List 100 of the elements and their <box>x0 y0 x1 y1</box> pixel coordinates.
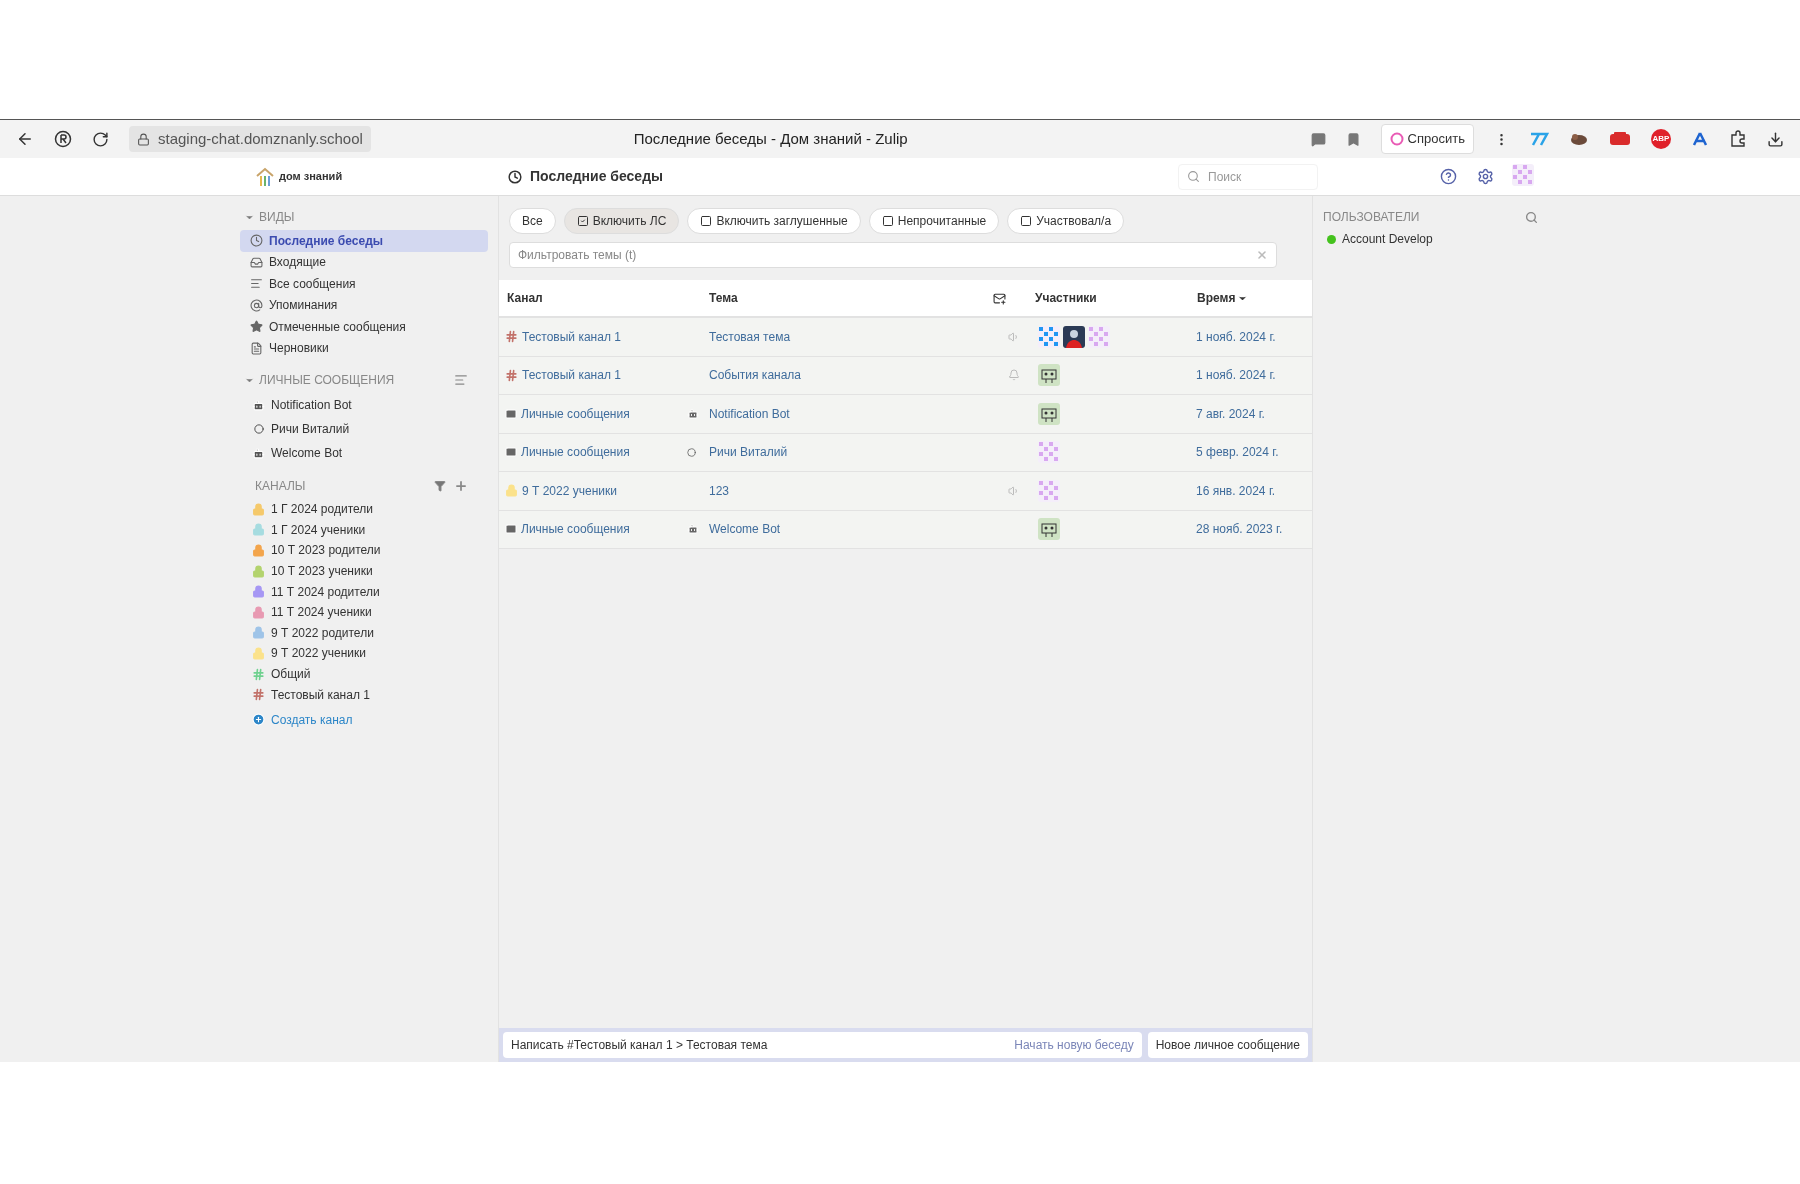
channel-name: 10 Т 2023 ученики <box>271 563 373 581</box>
logo-text[interactable]: дом знаний <box>279 168 343 185</box>
extension-icon[interactable] <box>1569 131 1589 147</box>
channel-item[interactable]: 11 Т 2024 родители <box>240 581 488 602</box>
help-icon[interactable] <box>1440 168 1457 185</box>
placeholder-text: Фильтровать темы (t) <box>518 247 638 264</box>
at-sign-icon <box>250 298 263 312</box>
extensions-icon[interactable] <box>1729 130 1747 148</box>
checkbox-icon <box>881 215 894 227</box>
column-header[interactable]: Время <box>1197 289 1249 307</box>
column-header[interactable]: Канал <box>507 291 543 305</box>
search-placeholder: Поиск <box>1208 168 1242 186</box>
channel-link[interactable]: Тестовый канал 1 <box>522 327 621 346</box>
filter-icon[interactable] <box>434 480 446 492</box>
sidebar-item[interactable]: Черновики <box>240 337 488 359</box>
sidebar-item[interactable]: Отмеченные сообщения <box>240 316 488 338</box>
channel-item[interactable]: Тестовый канал 1 <box>240 684 488 705</box>
settings-icon[interactable] <box>1477 168 1494 185</box>
adblock-badge[interactable]: ABP <box>1651 129 1671 149</box>
download-icon[interactable] <box>1767 130 1784 148</box>
browser-logo-icon[interactable] <box>54 130 72 148</box>
create-channel-link[interactable]: Создать канал <box>252 708 353 731</box>
column-header[interactable]: Участники <box>1035 291 1097 305</box>
mail-icon[interactable] <box>993 291 1006 305</box>
lines-icon <box>250 277 263 291</box>
clock-icon <box>250 234 263 248</box>
sidebar-item-label: Все сообщения <box>269 275 356 293</box>
reload-icon[interactable] <box>92 130 109 148</box>
chat-icon[interactable] <box>1310 131 1326 147</box>
dm-item[interactable]: Ричи Виталий <box>240 417 488 441</box>
status-circle-icon <box>253 424 264 434</box>
dm-item[interactable]: Notification Bot <box>240 393 488 417</box>
inbox-icon <box>250 255 263 269</box>
reply-text: Написать #Тестовый канал 1 > Тестовая тема <box>511 1037 769 1054</box>
status-circle-icon <box>687 447 696 457</box>
bookmark-icon[interactable] <box>1345 131 1361 147</box>
page-title: Последние беседы - Дом знаний - Zulip <box>633 128 908 149</box>
bot-avatar-icon <box>1038 402 1060 425</box>
extension-icon[interactable] <box>1691 131 1709 147</box>
sidebar-item[interactable]: Упоминания <box>240 294 488 316</box>
channel-link[interactable]: 9 Т 2022 ученики <box>522 481 617 500</box>
channel-item[interactable]: 9 Т 2022 ученики <box>240 643 488 664</box>
column-header[interactable]: Тема <box>709 291 738 305</box>
channel-item[interactable]: 9 Т 2022 родители <box>240 622 488 644</box>
sidebar-item[interactable]: Входящие <box>240 251 488 273</box>
topic-link[interactable]: События канала <box>709 368 802 383</box>
channel-item[interactable]: Общий <box>240 663 488 685</box>
view-title: Последние беседы <box>530 167 663 186</box>
pattern-avatar-icon <box>1038 479 1060 502</box>
sidebar-item-label: Отмеченные сообщения <box>269 318 406 336</box>
house-logo-icon[interactable] <box>255 166 275 187</box>
address-bar[interactable]: staging-chat.domznanly.school <box>129 125 371 153</box>
ask-button[interactable]: Спросить <box>1380 124 1474 154</box>
checkbox-checked-icon <box>576 215 589 227</box>
topic-filter-field[interactable]: Фильтровать темы (t) <box>509 242 1277 268</box>
time-text: 1 нояб. 2024 г. <box>1196 328 1276 346</box>
sidebar-item-label: Входящие <box>269 254 326 272</box>
channel-item[interactable]: 1 Г 2024 родители <box>240 499 488 520</box>
user-avatar-icon <box>1063 325 1085 348</box>
plus-icon[interactable] <box>454 479 468 493</box>
checkbox-icon <box>1020 215 1033 227</box>
pattern-avatar-icon <box>1038 325 1060 348</box>
channel-item[interactable]: 10 Т 2023 ученики <box>240 560 488 582</box>
pattern-avatar-icon <box>1088 325 1110 348</box>
channel-link[interactable]: Тестовый канал 1 <box>522 366 621 385</box>
sidebar-item[interactable]: Последние беседы <box>240 230 488 252</box>
clock-icon <box>508 169 522 184</box>
time-text: 1 нояб. 2024 г. <box>1196 367 1276 385</box>
new-topic-link[interactable]: Начать новую беседу <box>1014 1036 1134 1054</box>
filter-toggle[interactable]: Все <box>509 208 556 234</box>
filter-toggle[interactable]: Включить заглушенные <box>687 208 861 234</box>
filter-toggle[interactable]: Участвовал/а <box>1007 208 1125 234</box>
extension-icon[interactable] <box>1609 131 1631 147</box>
bot-icon <box>687 407 699 420</box>
back-icon[interactable] <box>16 130 34 148</box>
topic-link[interactable]: Notification Bot <box>709 406 790 421</box>
sidebar-item[interactable]: Все сообщения <box>240 273 488 295</box>
search-icon[interactable] <box>1525 210 1538 224</box>
list-icon[interactable] <box>454 373 468 387</box>
filter-toggle[interactable]: Включить ЛС <box>563 208 680 234</box>
dm-name: Welcome Bot <box>271 445 343 462</box>
dm-item[interactable]: Welcome Bot <box>240 441 488 465</box>
compose-reply-button[interactable]: Написать #Тестовый канал 1 > Тестовая тема Начать новую беседу <box>503 1032 1142 1058</box>
channel-item[interactable]: 10 Т 2023 родители <box>240 540 488 561</box>
topic-link[interactable]: 123 <box>709 483 730 498</box>
section-heading: ПОЛЬЗОВАТЕЛИ <box>1323 209 1421 226</box>
topic-link[interactable]: Welcome Bot <box>709 522 781 537</box>
user-name[interactable]: Account Develop <box>1342 230 1433 248</box>
channel-link[interactable]: Личные сообщения <box>521 443 630 462</box>
bot-avatar-icon <box>1038 364 1060 387</box>
channel-item[interactable]: 11 Т 2024 ученики <box>240 601 488 623</box>
channel-item[interactable]: 1 Г 2024 ученики <box>240 519 488 541</box>
dm-name: Ричи Виталий <box>271 421 350 438</box>
filter-toggle[interactable]: Непрочитанные <box>868 208 1000 234</box>
topic-link[interactable]: Ричи Виталий <box>709 445 788 460</box>
star-icon <box>250 320 263 334</box>
new-dm-button[interactable]: Новое личное сообщение <box>1147 1032 1308 1058</box>
channel-link[interactable]: Личные сообщения <box>521 404 630 423</box>
topic-link[interactable]: Тестовая тема <box>709 329 791 344</box>
channel-link[interactable]: Личные сообщения <box>521 520 630 539</box>
